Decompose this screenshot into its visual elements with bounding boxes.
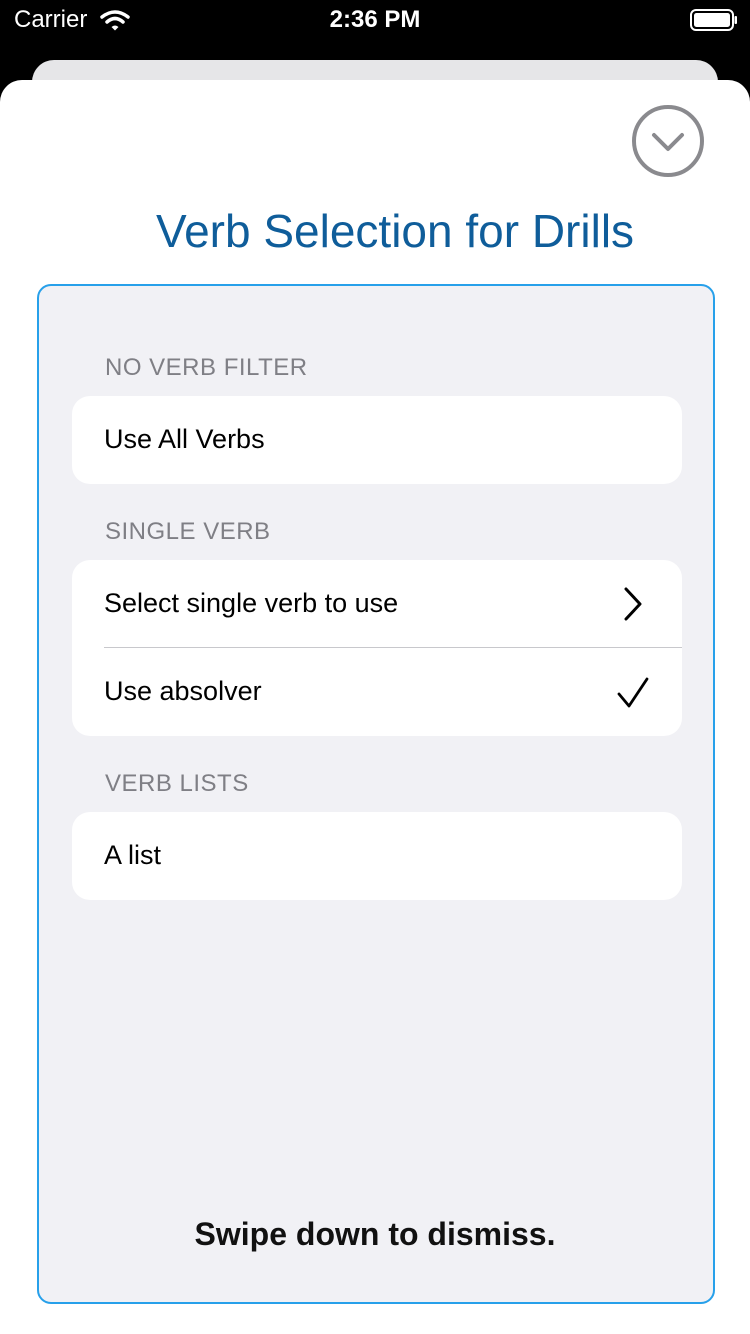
section-header-single-verb: SINGLE VERB	[105, 518, 271, 545]
row-label: Use absolver	[104, 676, 262, 706]
row-label: Select single verb to use	[104, 588, 399, 618]
status-bar: Carrier 2:36 PM	[0, 0, 750, 40]
group-no-verb-filter: Use All Verbs	[72, 396, 682, 484]
row-label: Use All Verbs	[104, 424, 265, 454]
chevron-right-icon	[624, 587, 642, 621]
checkmark-icon	[617, 677, 649, 708]
verb-list-row[interactable]: A list	[72, 812, 682, 900]
select-single-verb-row[interactable]: Select single verb to use	[72, 560, 682, 648]
section-header-verb-lists: VERB LISTS	[105, 770, 249, 797]
verb-selection-panel: NO VERB FILTER Use All Verbs SINGLE VERB…	[37, 284, 715, 1304]
swipe-down-hint: Swipe down to dismiss.	[194, 1216, 556, 1252]
status-time: 2:36 PM	[329, 6, 421, 33]
use-absolver-row[interactable]: Use absolver	[72, 648, 682, 736]
section-header-no-verb-filter: NO VERB FILTER	[105, 354, 308, 381]
chevron-down-circle-icon[interactable]	[631, 104, 705, 178]
group-verb-lists: A list	[72, 812, 682, 900]
group-single-verb: Select single verb to use Use absolver	[72, 560, 682, 736]
battery-icon	[690, 9, 737, 31]
use-all-verbs-row[interactable]: Use All Verbs	[72, 396, 682, 484]
row-label: A list	[104, 840, 162, 870]
page-title: Verb Selection for Drills	[155, 205, 635, 257]
